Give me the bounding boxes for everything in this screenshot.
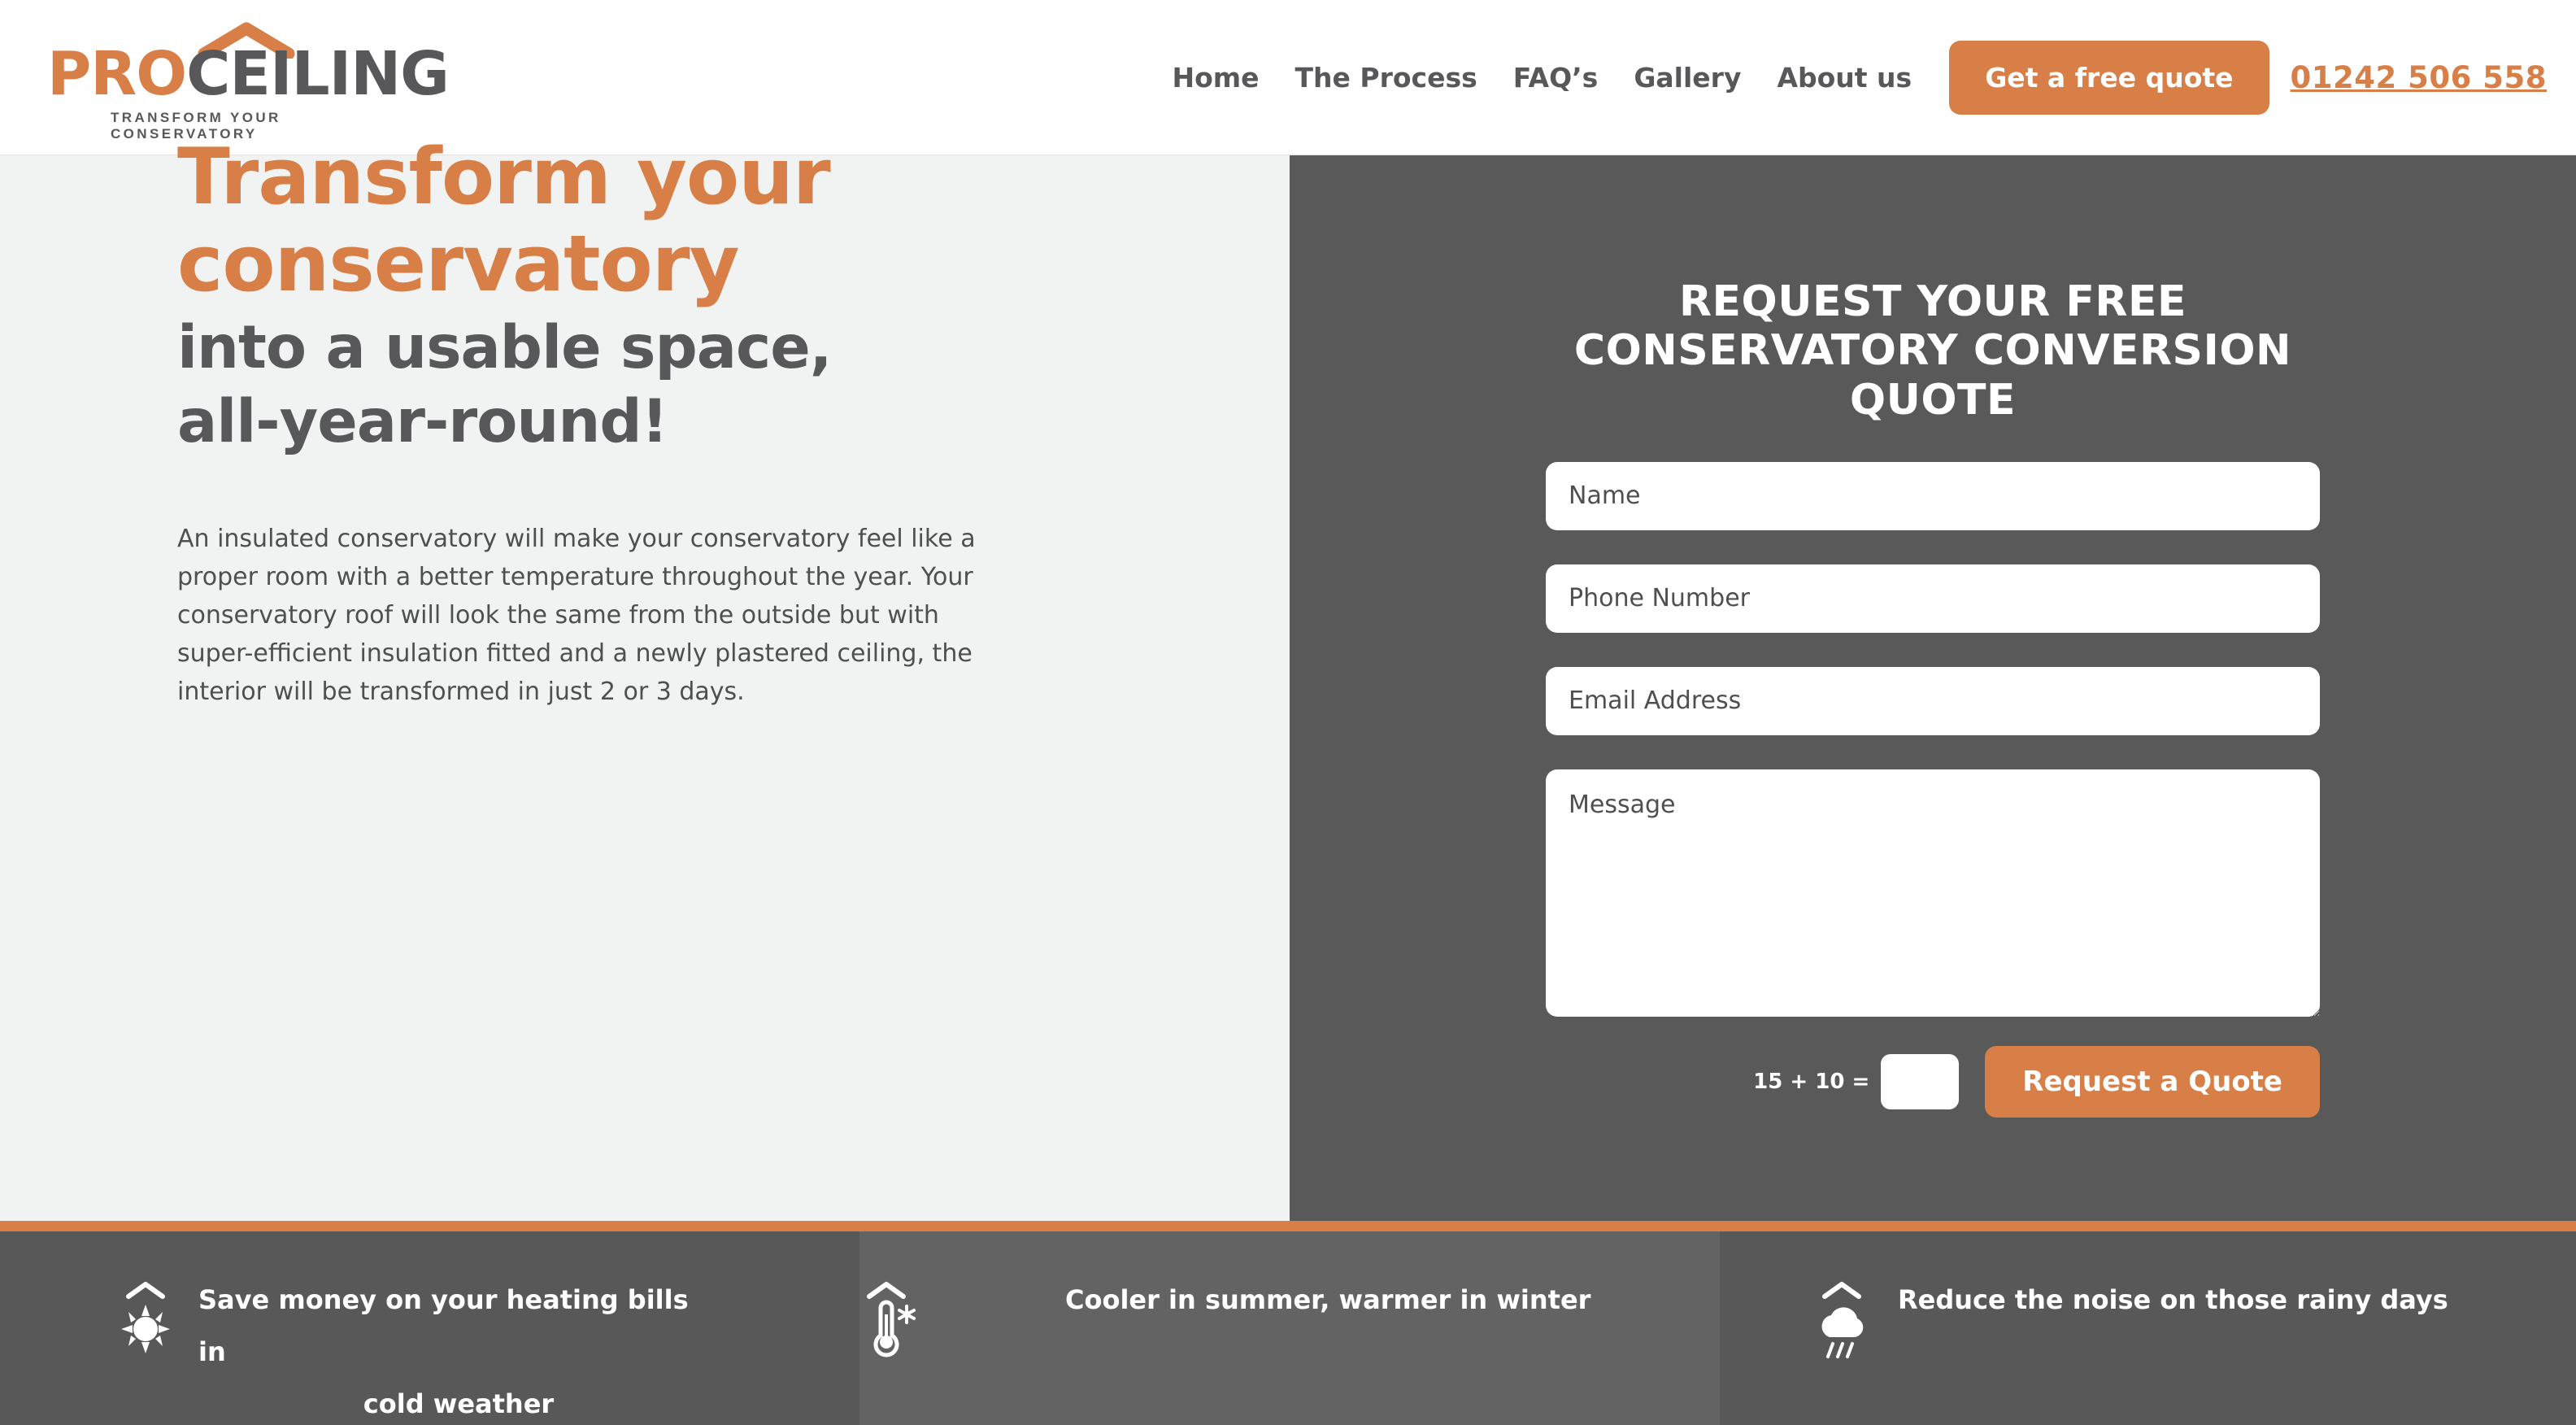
phone-number-input[interactable] bbox=[1546, 564, 2320, 633]
main-navigation: Home The Process FAQ’s Gallery About us … bbox=[1154, 0, 2547, 155]
nav-item-gallery[interactable]: Gallery bbox=[1616, 62, 1759, 94]
headline-line-3: into a usable space, bbox=[177, 312, 833, 382]
feature-line-2: cold weather bbox=[363, 1388, 555, 1419]
name-input[interactable] bbox=[1546, 461, 2320, 530]
quote-form-title: REQUEST YOUR FREE CONSERVATORY CONVERSIO… bbox=[1573, 277, 2292, 425]
feature-text-heating-bills: Save money on your heating bills in cold… bbox=[198, 1274, 719, 1425]
email-address-input[interactable] bbox=[1546, 666, 2320, 735]
get-a-free-quote-button[interactable]: Get a free quote bbox=[1949, 41, 2269, 115]
message-textarea[interactable] bbox=[1546, 769, 2320, 1017]
feature-item-rain-noise: Reduce the noise on those rainy days bbox=[1720, 1231, 2576, 1425]
request-a-quote-button[interactable]: Request a Quote bbox=[1985, 1045, 2320, 1118]
feature-line-1: Save money on your heating bills in bbox=[198, 1284, 689, 1367]
captcha-answer-input[interactable] bbox=[1881, 1053, 1960, 1109]
page-root: PROCEILING TRANSFORM YOUR CONSERVATORY H… bbox=[0, 0, 2576, 1425]
feature-item-temperature: Cooler in summer, warmer in winter bbox=[859, 1231, 1720, 1425]
orange-divider bbox=[0, 1221, 2576, 1231]
nav-item-about-us[interactable]: About us bbox=[1759, 62, 1930, 94]
headline-line-2: conservatory bbox=[177, 220, 740, 310]
feature-text-temperature: Cooler in summer, warmer in winter bbox=[1065, 1274, 1590, 1326]
logo-pro-text: PRO bbox=[47, 39, 187, 109]
quote-request-form: 15 + 10 = Request a Quote bbox=[1546, 461, 2320, 1118]
nav-item-home[interactable]: Home bbox=[1154, 62, 1277, 94]
hero-body-paragraph: An insulated conservatory will make your… bbox=[177, 524, 976, 707]
feature-text-rain-noise: Reduce the noise on those rainy days bbox=[1898, 1274, 2448, 1326]
quote-form-panel: REQUEST YOUR FREE CONSERVATORY CONVERSIO… bbox=[1290, 155, 2576, 1118]
captcha-row: 15 + 10 = Request a Quote bbox=[1546, 1045, 2320, 1118]
logo-wordmark: PROCEILING bbox=[47, 44, 450, 104]
nav-item-faqs[interactable]: FAQ’s bbox=[1495, 62, 1617, 94]
site-logo[interactable]: PROCEILING TRANSFORM YOUR CONSERVATORY bbox=[47, 18, 450, 142]
features-bar: Save money on your heating bills in cold… bbox=[0, 1231, 2576, 1425]
hero-headline: Transform your conservatory into a usabl… bbox=[177, 133, 1072, 458]
nav-item-the-process[interactable]: The Process bbox=[1277, 62, 1495, 94]
rain-cloud-icon bbox=[1813, 1275, 1877, 1377]
headline-line-1: Transform your bbox=[177, 133, 831, 222]
feature-item-heating-bills: Save money on your heating bills in cold… bbox=[0, 1231, 859, 1425]
feature-line-1: Reduce the noise on those rainy days bbox=[1898, 1284, 2448, 1315]
sun-icon bbox=[114, 1275, 177, 1377]
hero-content: Transform your conservatory into a usabl… bbox=[177, 133, 1072, 711]
logo-ceiling-text: CEILING bbox=[186, 39, 450, 109]
feature-line-1: Cooler in summer, warmer in winter bbox=[1065, 1284, 1591, 1315]
captcha-question-label: 15 + 10 = bbox=[1753, 1069, 1870, 1094]
thermometer-snowflake-icon bbox=[859, 1275, 923, 1377]
header-phone-number[interactable]: 01242 506 558 bbox=[2291, 60, 2547, 95]
headline-line-4: all-year-round! bbox=[177, 387, 668, 457]
